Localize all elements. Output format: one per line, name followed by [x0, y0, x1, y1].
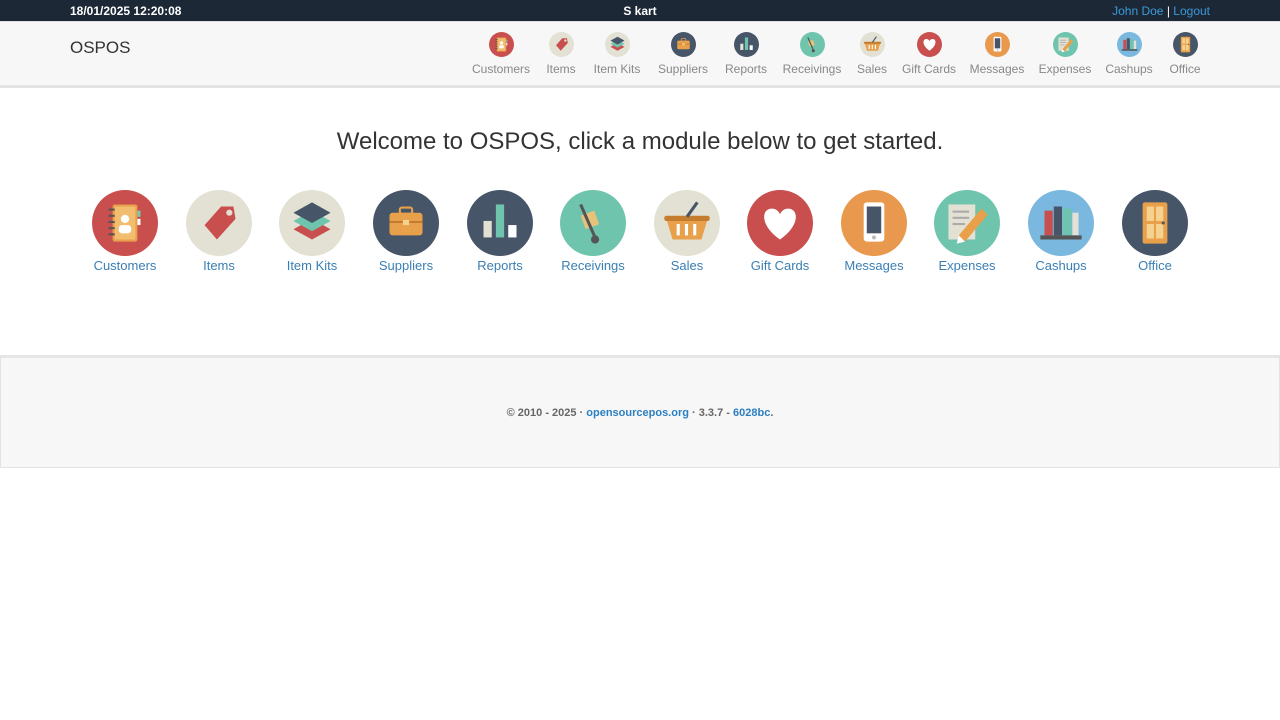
sales-icon: [859, 32, 885, 57]
nav-item-gift-cards[interactable]: Gift Cards: [897, 32, 961, 76]
gift-cards-icon[interactable]: [747, 190, 813, 256]
module-label[interactable]: Messages: [829, 258, 919, 273]
nav-item-office[interactable]: Office: [1153, 32, 1217, 76]
office-icon[interactable]: [1122, 190, 1188, 256]
module-label[interactable]: Office: [1110, 258, 1200, 273]
module-label[interactable]: Gift Cards: [735, 258, 825, 273]
nav-item-cashups[interactable]: Cashups: [1097, 32, 1161, 76]
logout-link[interactable]: Logout: [1173, 4, 1210, 18]
module-cashups[interactable]: Cashups: [1016, 190, 1106, 273]
suppliers-icon[interactable]: [373, 190, 439, 256]
nav-item-label: Gift Cards: [901, 62, 956, 76]
module-customers[interactable]: Customers: [80, 190, 170, 273]
expenses-icon[interactable]: [934, 190, 1000, 256]
nav-item-messages[interactable]: Messages: [965, 32, 1029, 76]
item-kits-icon[interactable]: [279, 190, 345, 256]
user-name-link[interactable]: John Doe: [1112, 4, 1163, 18]
receivings-icon: [799, 32, 825, 57]
commit-link[interactable]: 6028bc: [733, 407, 770, 419]
nav-item-customers[interactable]: Customers: [469, 32, 533, 76]
nav-item-suppliers[interactable]: Suppliers: [651, 32, 715, 76]
module-expenses[interactable]: Expenses: [922, 190, 1012, 273]
module-label[interactable]: Reports: [455, 258, 545, 273]
store-name: S kart: [623, 4, 657, 18]
nav-item-label: Reports: [724, 62, 768, 76]
nav-item-sales[interactable]: Sales: [840, 32, 904, 76]
module-label[interactable]: Expenses: [922, 258, 1012, 273]
nav-item-label: Customers: [471, 62, 530, 76]
nav-item-expenses[interactable]: Expenses: [1033, 32, 1097, 76]
module-item-kits[interactable]: Item Kits: [267, 190, 357, 273]
nav-item-label: Sales: [856, 62, 888, 76]
customers-icon[interactable]: [92, 190, 158, 256]
opensourcepos-link[interactable]: opensourcepos.org: [586, 407, 689, 419]
module-messages[interactable]: Messages: [829, 190, 919, 273]
office-icon: [1172, 32, 1198, 57]
welcome-message: Welcome to OSPOS, click a module below t…: [336, 128, 944, 155]
cashups-icon[interactable]: [1028, 190, 1094, 256]
copyright-text: © 2010 - 2025 ·: [506, 407, 587, 419]
nav-item-label: Items: [546, 62, 576, 76]
main-navbar: OSPOS Customers Items Item Kits Suppliers Re…: [0, 21, 1280, 88]
module-label[interactable]: Customers: [80, 258, 170, 273]
messages-icon[interactable]: [841, 190, 907, 256]
nav-item-reports[interactable]: Reports: [714, 32, 778, 76]
module-suppliers[interactable]: Suppliers: [361, 190, 451, 273]
top-status-bar: 18/01/2025 12:20:08 S kart John Doe | Lo…: [0, 0, 1280, 21]
module-label[interactable]: Cashups: [1016, 258, 1106, 273]
module-label[interactable]: Items: [174, 258, 264, 273]
customers-icon: [488, 32, 514, 57]
nav-item-label: Office: [1169, 62, 1201, 76]
cashups-icon: [1116, 32, 1142, 57]
nav-item-item-kits[interactable]: Item Kits: [585, 32, 649, 76]
sales-icon[interactable]: [654, 190, 720, 256]
items-icon[interactable]: [186, 190, 252, 256]
module-label[interactable]: Receivings: [548, 258, 638, 273]
module-receivings[interactable]: Receivings: [548, 190, 638, 273]
version-text: · 3.3.7 -: [688, 407, 733, 419]
module-label[interactable]: Item Kits: [267, 258, 357, 273]
receivings-icon[interactable]: [560, 190, 626, 256]
nav-item-label: Suppliers: [657, 62, 709, 76]
footer-copyright: © 2010 - 2025 · opensourcepos.org · 3.3.…: [1, 407, 1279, 419]
brand-logo-text[interactable]: OSPOS: [70, 38, 130, 58]
nav-item-items[interactable]: Items: [529, 32, 593, 76]
reports-icon: [733, 32, 759, 57]
item-kits-icon: [604, 32, 630, 57]
reports-icon[interactable]: [467, 190, 533, 256]
module-label[interactable]: Suppliers: [361, 258, 451, 273]
module-reports[interactable]: Reports: [455, 190, 545, 273]
page-footer: © 2010 - 2025 · opensourcepos.org · 3.3.…: [0, 355, 1280, 468]
nav-item-label: Item Kits: [593, 62, 641, 76]
user-separator: |: [1166, 4, 1170, 18]
user-menu: John Doe | Logout: [1112, 4, 1210, 18]
nav-item-label: Expenses: [1038, 62, 1092, 76]
module-office[interactable]: Office: [1110, 190, 1200, 273]
suppliers-icon: [670, 32, 696, 57]
module-gift-cards[interactable]: Gift Cards: [735, 190, 825, 273]
module-label[interactable]: Sales: [642, 258, 732, 273]
nav-item-label: Receivings: [782, 62, 842, 76]
footer-end: .: [770, 407, 774, 419]
messages-icon: [984, 32, 1010, 57]
module-items[interactable]: Items: [174, 190, 264, 273]
nav-item-label: Messages: [969, 62, 1025, 76]
gift-cards-icon: [916, 32, 942, 57]
expenses-icon: [1052, 32, 1078, 57]
module-sales[interactable]: Sales: [642, 190, 732, 273]
items-icon: [548, 32, 574, 57]
nav-item-receivings[interactable]: Receivings: [780, 32, 844, 76]
nav-item-label: Cashups: [1105, 62, 1153, 76]
